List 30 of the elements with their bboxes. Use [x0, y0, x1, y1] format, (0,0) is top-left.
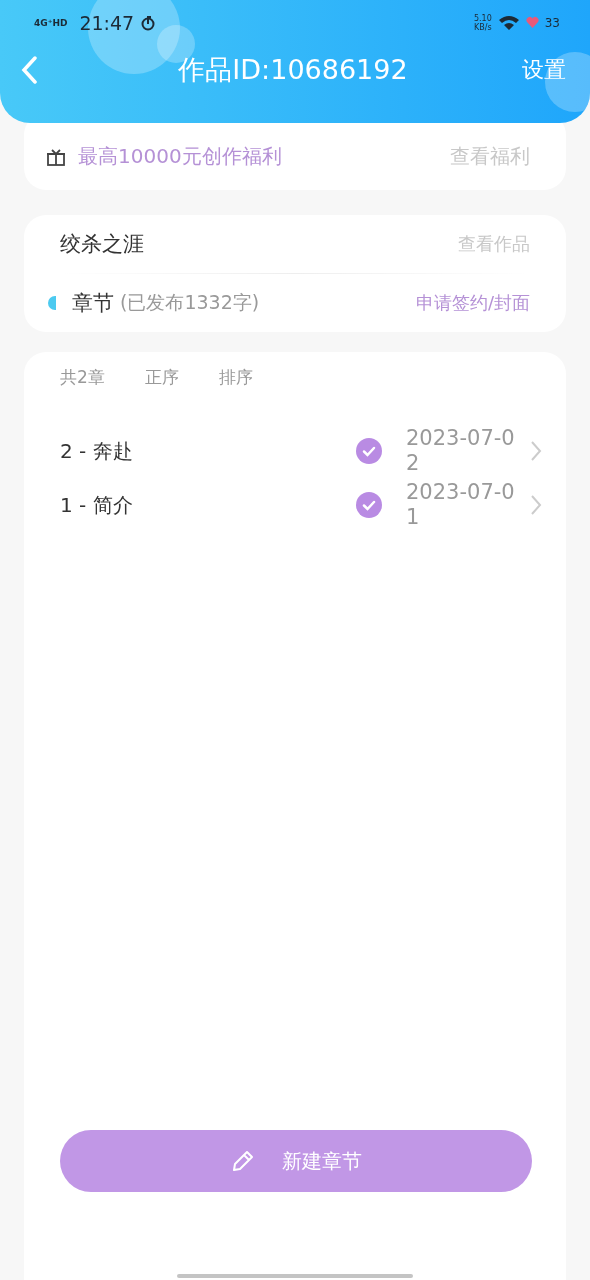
gift-icon	[46, 146, 66, 167]
chapter-row[interactable]: 1 - 简介 2023-07-01	[60, 478, 542, 532]
chevron-right-icon	[530, 494, 542, 516]
chevron-right-icon	[530, 440, 542, 462]
network-indicator: 4G⁺HD	[34, 17, 68, 28]
order-toggle[interactable]: 正序	[144, 366, 179, 389]
chapter-title: 1 - 简介	[60, 491, 133, 519]
work-title: 绞杀之涯	[60, 231, 144, 258]
chapter-count: 共2章	[60, 366, 105, 389]
back-icon[interactable]	[20, 56, 38, 84]
sort-toggle[interactable]: 排序	[218, 366, 253, 389]
benefit-text: 最高10000元创作福利	[78, 143, 282, 170]
chapter-date: 2023-07-02	[406, 426, 516, 476]
wifi-icon	[497, 14, 520, 31]
settings-link[interactable]: 设置	[516, 55, 566, 85]
chapter-date: 2023-07-01	[406, 480, 516, 530]
network-speed: 5.10 KB/s	[473, 13, 492, 32]
page-title: 作品ID:10686192	[177, 53, 409, 87]
clock: 21:47	[79, 11, 135, 34]
pencil-icon	[230, 1148, 256, 1174]
bubble-decoration	[545, 52, 590, 112]
chapter-title: 2 - 奔赴	[60, 437, 133, 465]
word-count: (已发布1332字)	[120, 290, 260, 315]
battery-level: 33	[544, 15, 560, 30]
heart-icon	[525, 16, 539, 29]
new-chapter-button[interactable]: 新建章节	[60, 1130, 532, 1192]
section-marker	[48, 296, 56, 310]
sign-contract-link[interactable]: 申请签约/封面	[415, 291, 530, 315]
section-label: 章节	[72, 290, 114, 317]
chapter-row[interactable]: 2 - 奔赴 2023-07-02	[60, 424, 542, 478]
